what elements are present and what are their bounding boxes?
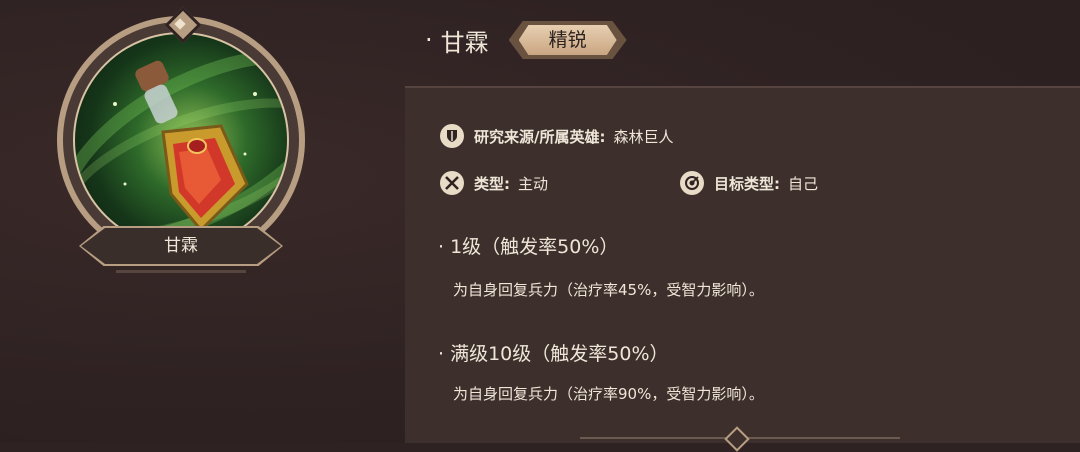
level-max-title-text: 满级10级（触发率50%） xyxy=(450,343,669,365)
rank-badge: 精锐 xyxy=(508,21,627,59)
potion-icon xyxy=(73,32,289,248)
level-1-desc: 为自身回复兵力（治疗率45%，受智力影响）。 xyxy=(453,281,764,299)
source-value: 森林巨人 xyxy=(613,127,674,146)
target-row: 目标类型: 自己 xyxy=(680,171,818,195)
potion-illustration xyxy=(113,60,257,233)
level-max-title: · 满级10级（触发率50%） xyxy=(438,343,669,365)
skill-emblem: 甘霖 xyxy=(57,6,305,274)
type-value: 主动 xyxy=(518,174,549,193)
rank-label: 精锐 xyxy=(548,29,587,51)
plate-underline xyxy=(116,270,246,273)
skill-name: 甘霖 xyxy=(440,28,489,57)
level-1-title-text: 1级（触发率50%） xyxy=(450,236,619,258)
emblem-label: 甘霖 xyxy=(164,236,198,256)
target-value: 自己 xyxy=(788,174,819,193)
shield-icon xyxy=(440,124,464,148)
type-label: 类型: xyxy=(474,174,510,193)
bullet-dot: · xyxy=(425,26,433,54)
level-1-title: · 1级（触发率50%） xyxy=(438,236,619,258)
target-icon xyxy=(680,171,704,195)
target-label: 目标类型: xyxy=(714,174,780,193)
panel-divider xyxy=(405,86,1080,88)
source-row: 研究来源/所属英雄: 森林巨人 xyxy=(440,124,674,148)
level-max-desc: 为自身回复兵力（治疗率90%，受智力影响）。 xyxy=(453,385,764,403)
skill-header: · 甘霖 精锐 xyxy=(425,20,627,60)
source-label: 研究来源/所属英雄: xyxy=(474,127,606,146)
crossed-swords-icon xyxy=(440,171,464,195)
type-row: 类型: 主动 xyxy=(440,171,548,195)
